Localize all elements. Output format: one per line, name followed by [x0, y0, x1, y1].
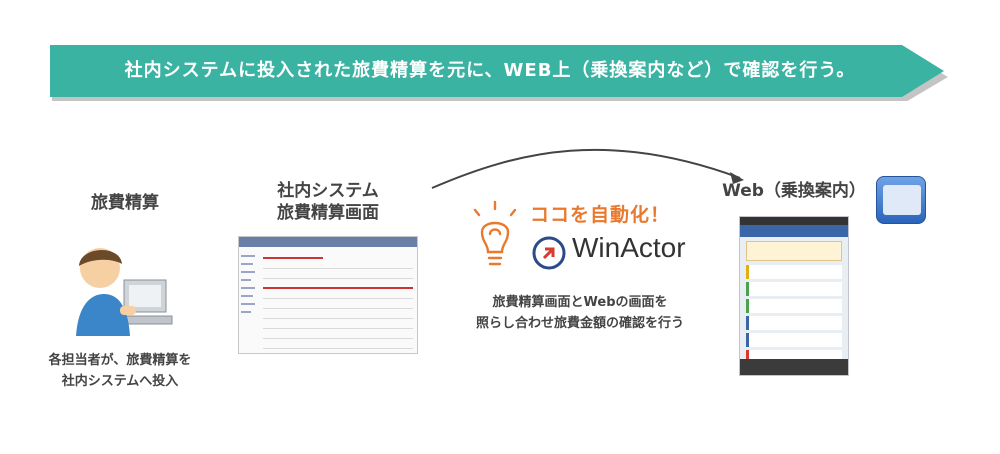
system-screen-header: [239, 237, 417, 247]
step3-title: Web（乗換案内）: [722, 181, 866, 201]
automate-label: ココを自動化！: [530, 204, 671, 226]
winactor-logo-text: WinActor: [572, 232, 686, 263]
step2-title-line2: 旅費精算画面: [277, 203, 379, 223]
step2-title-line1: 社内システム: [277, 181, 379, 201]
person-at-computer-icon: [76, 248, 173, 336]
system-screen-sidebar: [241, 251, 259, 351]
ekitan-app-icon: [876, 176, 926, 224]
center-caption-line2: 照らし合わせ旅費金額の確認を行う: [475, 316, 684, 331]
light-bulb-icon: [473, 200, 517, 266]
transit-app-screenshot: [739, 216, 849, 376]
center-caption: 旅費精算画面とWebの画面を 照らし合わせ旅費金額の確認を行う: [440, 292, 720, 334]
step1-caption: 各担当者が、旅費精算を 社内システムへ投入: [20, 350, 220, 392]
winactor-logo-icon: [532, 236, 566, 270]
step1-caption-line1: 各担当者が、旅費精算を: [48, 353, 192, 368]
center-caption-line1: 旅費精算画面とWebの画面を: [492, 295, 668, 310]
step2-title: 社内システム 旅費精算画面: [238, 180, 418, 224]
step1-caption-line2: 社内システムへ投入: [61, 374, 179, 389]
step1-title: 旅費精算: [91, 193, 159, 213]
system-screen-thumbnail: [238, 236, 418, 354]
